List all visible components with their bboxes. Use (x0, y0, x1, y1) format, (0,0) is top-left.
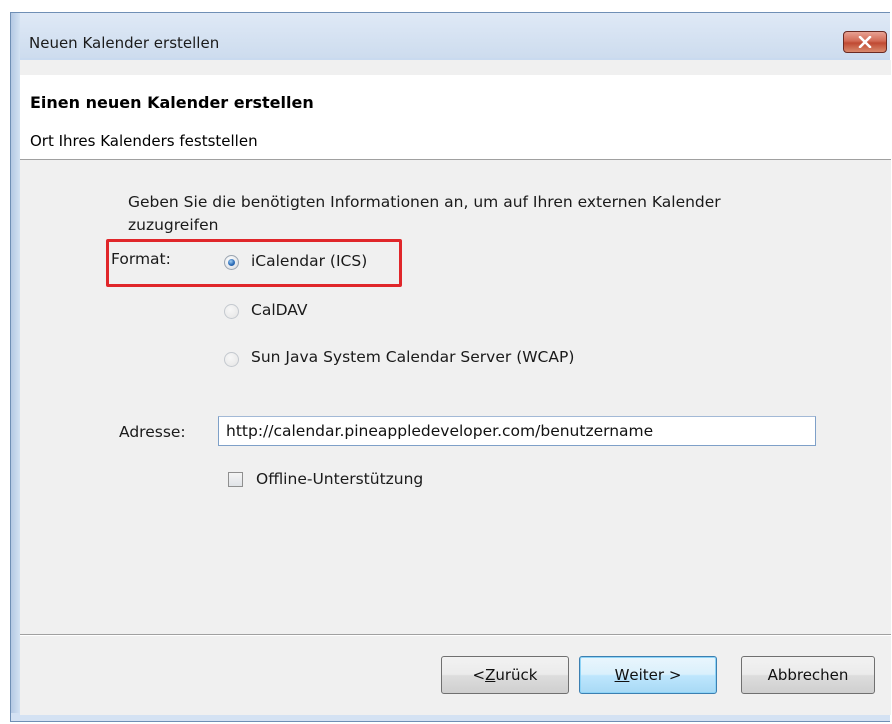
offline-support-label[interactable]: Offline-Unterstützung (256, 470, 423, 488)
back-button-mnemonic: Z (485, 666, 496, 684)
wizard-header: Einen neuen Kalender erstellen Ort Ihres… (20, 75, 891, 160)
cancel-button[interactable]: Abbrechen (741, 656, 875, 694)
next-button-label: eiter > (629, 666, 682, 684)
back-button-label: urück (495, 666, 538, 684)
radio-wcap[interactable] (224, 352, 239, 367)
close-button[interactable] (843, 31, 887, 53)
title-bar[interactable]: Neuen Kalender erstellen (11, 13, 890, 58)
address-label: Adresse: (119, 423, 186, 441)
dialog-client-area: Einen neuen Kalender erstellen Ort Ihres… (20, 60, 891, 715)
radio-label-wcap[interactable]: Sun Java System Calendar Server (WCAP) (251, 348, 574, 366)
radio-label-caldav[interactable]: CalDAV (251, 301, 308, 319)
window-title: Neuen Kalender erstellen (29, 34, 220, 52)
instruction-text: Geben Sie die benötigten Informationen a… (128, 193, 721, 234)
next-button[interactable]: Weiter > (579, 656, 717, 694)
radio-caldav[interactable] (224, 304, 239, 319)
back-button-prefix: < (472, 666, 486, 684)
page-title: Einen neuen Kalender erstellen (30, 93, 314, 112)
footer-divider (20, 634, 891, 636)
radio-label-icalendar[interactable]: iCalendar (ICS) (251, 252, 367, 270)
back-button[interactable]: < Zurück (441, 656, 569, 694)
format-label: Format: (111, 250, 171, 268)
address-input[interactable] (218, 416, 816, 446)
window-frame-left (11, 13, 20, 721)
next-button-mnemonic: W (614, 666, 630, 684)
dialog-window: Neuen Kalender erstellen Einen neuen Kal… (10, 12, 891, 722)
page-subtitle: Ort Ihres Kalenders feststellen (30, 132, 258, 150)
close-icon (858, 36, 872, 48)
offline-support-checkbox[interactable] (228, 472, 243, 487)
radio-icalendar[interactable] (224, 255, 239, 270)
